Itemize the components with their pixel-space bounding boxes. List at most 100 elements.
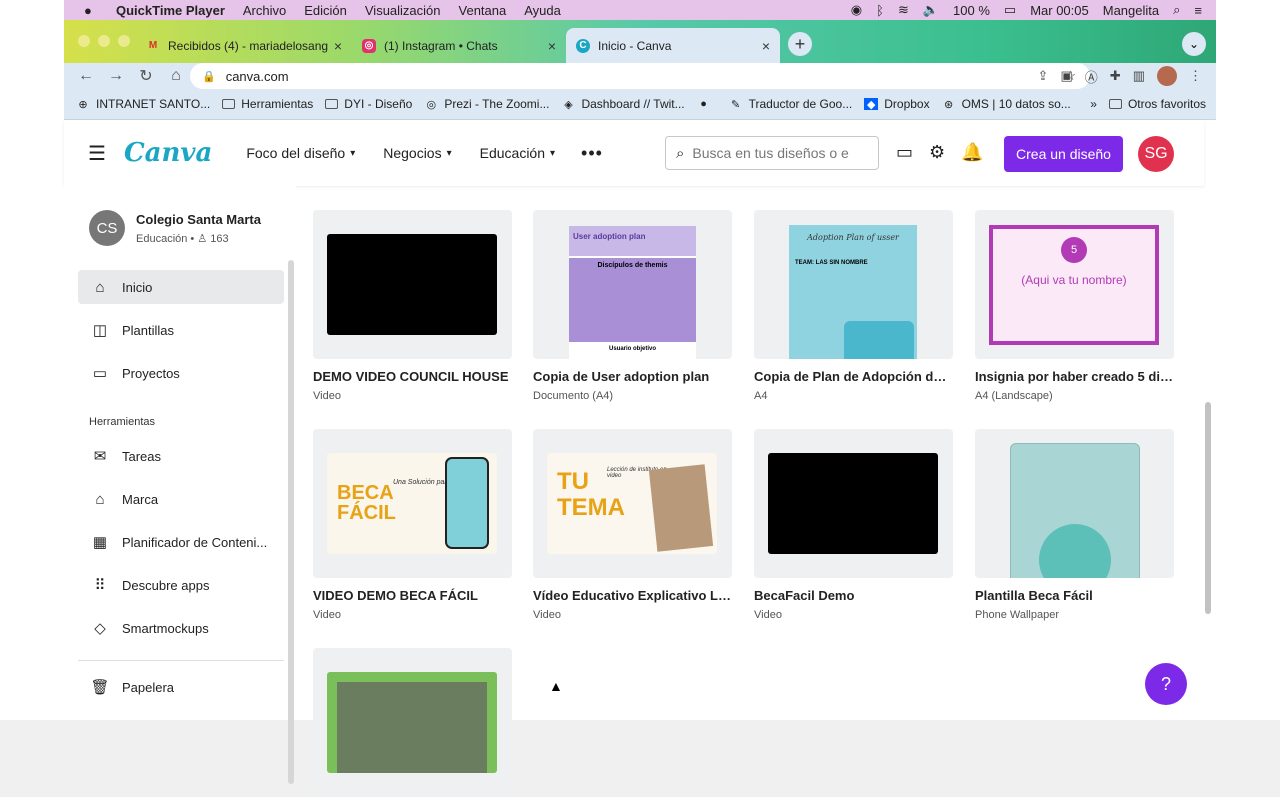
desktop-icon[interactable]: ▭ xyxy=(896,142,913,163)
new-tab-button[interactable]: + xyxy=(788,32,812,56)
zoom-dot[interactable] xyxy=(118,35,130,47)
back-icon[interactable]: ← xyxy=(78,67,94,85)
designs-grid: DEMO VIDEO COUNCIL HOUSE Video User adop… xyxy=(304,186,1204,797)
design-card[interactable]: BecaFacil Demo Video xyxy=(754,429,953,621)
design-card[interactable]: 5 (Aqui va tu nombre) Insignia por haber… xyxy=(975,210,1174,402)
tab-instagram[interactable]: ◎ (1) Instagram • Chats × xyxy=(352,28,566,63)
design-thumbnail[interactable] xyxy=(754,429,953,578)
battery-label[interactable]: 100 % xyxy=(953,3,990,18)
user-name[interactable]: Mangelita xyxy=(1103,3,1159,18)
tab-gmail[interactable]: M Recibidos (4) - mariadelosang × xyxy=(136,28,352,63)
chevron-down-icon: ▾ xyxy=(446,147,452,159)
design-card[interactable] xyxy=(313,648,512,797)
menu-ayuda[interactable]: Ayuda xyxy=(524,3,561,18)
bookmark-item[interactable]: DYI - Diseño xyxy=(325,97,412,111)
bookmark-item[interactable]: ✎ Traductor de Goo... xyxy=(729,97,852,111)
menu-edicion[interactable]: Edición xyxy=(304,3,347,18)
lock-icon[interactable]: 🔒 xyxy=(202,70,216,83)
design-thumbnail[interactable] xyxy=(975,429,1174,578)
sidebar-item-plantillas[interactable]: ◫ Plantillas xyxy=(78,313,284,347)
gear-icon[interactable]: ⚙ xyxy=(929,142,945,163)
team-switcher[interactable]: CS Colegio Santa Marta Educación • ♙ 163 xyxy=(89,210,261,246)
close-dot[interactable] xyxy=(78,35,90,47)
extension-icon[interactable]: ▣ xyxy=(1060,68,1072,84)
bookmark-item[interactable]: ◈ Dashboard // Twit... xyxy=(561,97,684,111)
record-icon[interactable]: ◉ xyxy=(851,2,862,18)
design-thumbnail[interactable]: TU TEMA Lección de instituto en video xyxy=(533,429,732,578)
nav-negocios[interactable]: Negocios ▾ xyxy=(383,145,451,161)
design-thumbnail[interactable]: BECA FÁCIL Una Solución para ti xyxy=(313,429,512,578)
plan-team: TEAM: LAS SIN NOMBRE xyxy=(795,260,868,266)
design-card[interactable]: Plantilla Beca Fácil Phone Wallpaper xyxy=(975,429,1174,621)
close-tab-icon[interactable]: × xyxy=(762,38,770,54)
wifi-icon[interactable]: ≋ xyxy=(898,2,909,18)
address-bar[interactable]: 🔒 canva.com ⇪ ☆ xyxy=(190,63,1090,89)
menu-dots-icon[interactable]: ⋮ xyxy=(1189,68,1202,84)
tab-canva[interactable]: C Inicio - Canva × xyxy=(566,28,780,63)
bookmark-item[interactable]: ● xyxy=(697,98,717,110)
sidebar-scrollbar[interactable] xyxy=(288,260,294,784)
reload-icon[interactable]: ↻ xyxy=(138,66,154,86)
bookmark-item[interactable]: Herramientas xyxy=(222,97,313,111)
sidebar-item-inicio[interactable]: ⌂ Inicio xyxy=(78,270,284,304)
design-thumbnail[interactable] xyxy=(313,210,512,359)
canva-logo[interactable]: Canva xyxy=(124,138,212,168)
nav-foco-diseno[interactable]: Foco del diseño ▾ xyxy=(246,145,355,161)
search-icon[interactable]: ⌕ xyxy=(1173,2,1180,18)
sidebar-item-tareas[interactable]: ✉ Tareas xyxy=(78,439,284,473)
design-card[interactable]: User adoption plan Discípulos de themis … xyxy=(533,210,732,402)
sidebar-item-smartmockups[interactable]: ◇ Smartmockups xyxy=(78,611,284,645)
menu-visualizacion[interactable]: Visualización xyxy=(365,3,441,18)
sidebar-item-proyectos[interactable]: ▭ Proyectos xyxy=(78,356,284,390)
design-card[interactable]: DEMO VIDEO COUNCIL HOUSE Video xyxy=(313,210,512,402)
chevron-right-icon[interactable]: » xyxy=(1090,97,1097,111)
other-bookmarks[interactable]: » Otros favoritos xyxy=(1090,97,1206,111)
control-center-icon[interactable]: ≡ xyxy=(1194,3,1202,18)
puzzle-icon[interactable]: ✚ xyxy=(1110,68,1121,84)
design-thumbnail[interactable]: User adoption plan Discípulos de themis … xyxy=(533,210,732,359)
sidepanel-icon[interactable]: ▥ xyxy=(1133,68,1145,84)
url-text[interactable]: canva.com xyxy=(226,69,289,84)
design-card[interactable]: TU TEMA Lección de instituto en video Ví… xyxy=(533,429,732,621)
chevron-down-icon: ▾ xyxy=(350,147,356,159)
chevron-down-icon[interactable]: ⌄ xyxy=(1182,32,1206,56)
more-icon[interactable]: ••• xyxy=(581,143,603,164)
volume-icon[interactable]: 🔈 xyxy=(923,2,939,18)
sidebar-item-planificador[interactable]: ▦ Planificador de Conteni... xyxy=(78,525,284,559)
menu-ventana[interactable]: Ventana xyxy=(459,3,507,18)
design-card[interactable]: Adoption Plan of usser TEAM: LAS SIN NOM… xyxy=(754,210,953,402)
bluetooth-icon[interactable]: ᛒ xyxy=(876,3,884,18)
profile-avatar[interactable] xyxy=(1157,66,1177,86)
design-card[interactable]: BECA FÁCIL Una Solución para ti VIDEO DE… xyxy=(313,429,512,621)
nav-educacion[interactable]: Educación ▾ xyxy=(480,145,555,161)
chevron-down-icon: ▾ xyxy=(550,147,556,159)
minimize-dot[interactable] xyxy=(98,35,110,47)
forward-icon[interactable]: → xyxy=(108,67,124,85)
avatar[interactable]: SG xyxy=(1138,136,1174,172)
clock[interactable]: Mar 00:05 xyxy=(1030,3,1089,18)
design-thumbnail[interactable]: 5 (Aqui va tu nombre) xyxy=(975,210,1174,359)
hamburger-icon[interactable]: ☰ xyxy=(88,141,106,166)
apple-icon[interactable]: ● xyxy=(84,3,102,18)
design-thumbnail[interactable] xyxy=(313,648,512,797)
sidebar-item-marca[interactable]: ⌂ Marca xyxy=(78,482,284,516)
share-icon[interactable]: ⇪ xyxy=(1037,68,1048,84)
bell-icon[interactable]: 🔔 xyxy=(961,142,983,163)
menu-app-name[interactable]: QuickTime Player xyxy=(116,3,225,18)
extension-a-icon[interactable]: Ⓐ xyxy=(1085,67,1098,86)
close-tab-icon[interactable]: × xyxy=(548,38,556,54)
help-button[interactable]: ? xyxy=(1145,663,1187,705)
search-input[interactable]: ⌕ Busca en tus diseños o e xyxy=(665,136,879,170)
design-thumbnail[interactable]: Adoption Plan of usser TEAM: LAS SIN NOM… xyxy=(754,210,953,359)
bookmark-item[interactable]: ◆ Dropbox xyxy=(864,97,930,111)
bookmark-item[interactable]: ⊕ INTRANET SANTO... xyxy=(76,97,210,111)
bookmark-item[interactable]: ◎ Prezi - The Zoomi... xyxy=(424,97,550,111)
sidebar-item-apps[interactable]: ⠿ Descubre apps xyxy=(78,568,284,602)
content-scrollbar[interactable] xyxy=(1205,402,1211,614)
create-design-button[interactable]: Crea un diseño xyxy=(1004,136,1123,172)
home-icon[interactable]: ⌂ xyxy=(168,67,184,85)
close-tab-icon[interactable]: × xyxy=(334,38,342,54)
bookmark-item[interactable]: ⊛ OMS | 10 datos so... xyxy=(942,97,1071,111)
sidebar-item-papelera[interactable]: 🗑 Papelera xyxy=(78,670,284,704)
menu-archivo[interactable]: Archivo xyxy=(243,3,286,18)
